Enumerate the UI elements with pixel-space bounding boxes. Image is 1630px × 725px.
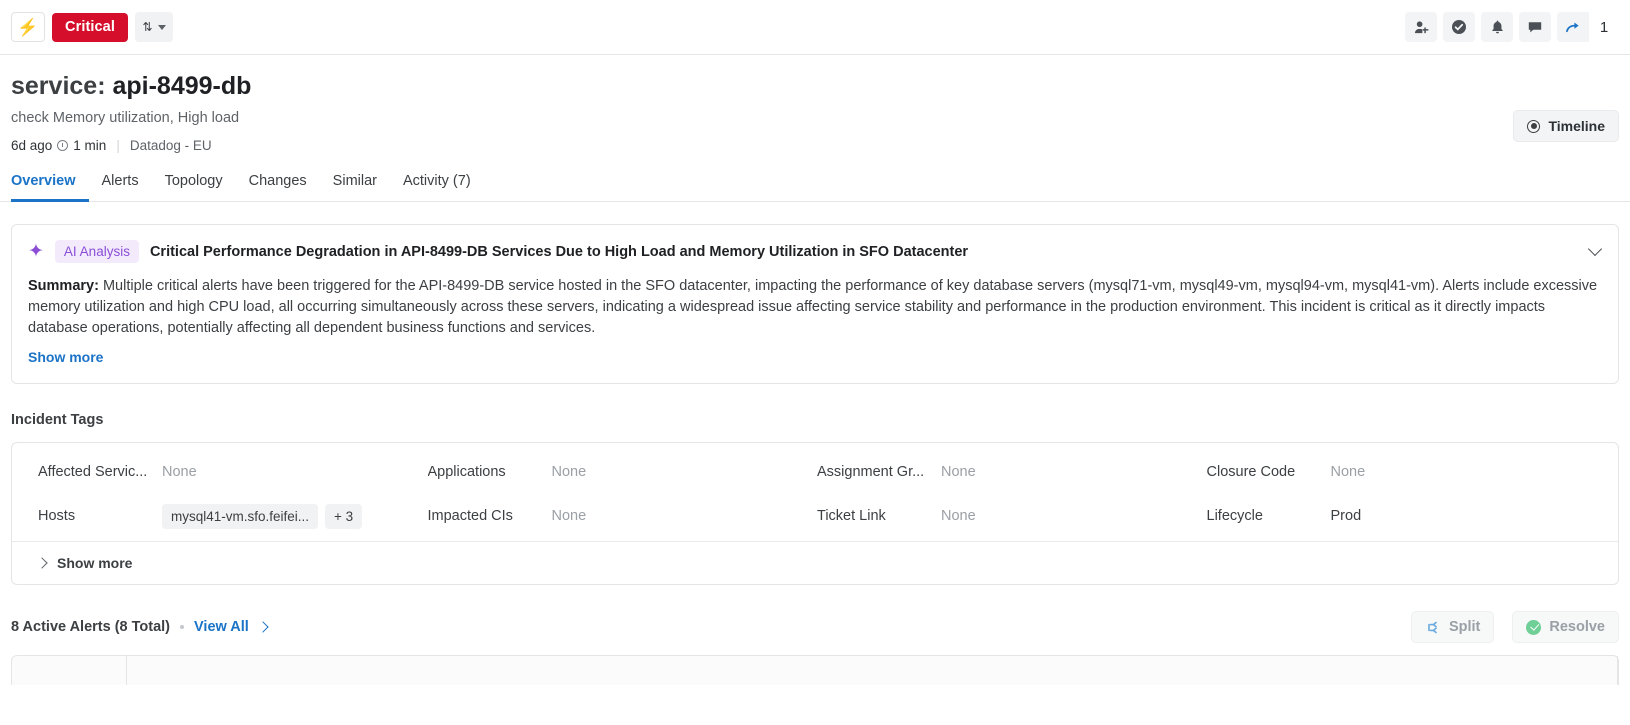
tag-label: Hosts bbox=[38, 508, 162, 524]
share-count[interactable]: 1 bbox=[1589, 12, 1619, 42]
check-circle-icon bbox=[1451, 19, 1467, 35]
tag-label: Lifecycle bbox=[1207, 508, 1331, 524]
tag-affected-services: Affected Servic... None bbox=[38, 457, 428, 487]
severity-group: ⚡ Critical ⇅ bbox=[11, 12, 173, 42]
incident-tags-title: Incident Tags bbox=[11, 412, 1619, 428]
tag-applications: Applications None bbox=[428, 457, 818, 487]
incident-source: Datadog - EU bbox=[130, 138, 212, 153]
page-title: service: api-8499-db bbox=[11, 71, 1619, 101]
meta-divider: | bbox=[116, 138, 120, 153]
add-user-icon-button[interactable] bbox=[1405, 12, 1437, 42]
check-circle-icon bbox=[1526, 620, 1541, 635]
tag-value: None bbox=[552, 508, 587, 524]
incident-age: 6d ago bbox=[11, 138, 52, 153]
timeline-icon bbox=[1527, 120, 1540, 133]
tab-overview[interactable]: Overview bbox=[11, 173, 89, 202]
resolve-button-label: Resolve bbox=[1549, 619, 1605, 635]
tab-activity[interactable]: Activity (7) bbox=[390, 173, 484, 202]
tag-closure-code: Closure Code None bbox=[1207, 457, 1597, 487]
separator-dot bbox=[180, 625, 184, 629]
tag-value: None bbox=[941, 508, 976, 524]
timeline-button[interactable]: Timeline bbox=[1513, 110, 1619, 142]
resolve-button[interactable]: Resolve bbox=[1512, 611, 1619, 643]
bolt-icon-button[interactable]: ⚡ bbox=[11, 12, 45, 42]
ai-analysis-summary: Summary: Multiple critical alerts have b… bbox=[28, 276, 1602, 339]
ai-analysis-title: Critical Performance Degradation in API-… bbox=[150, 244, 968, 260]
alerts-table-header bbox=[11, 655, 1619, 685]
tab-alerts[interactable]: Alerts bbox=[89, 173, 152, 202]
chevron-down-icon[interactable] bbox=[1589, 242, 1602, 255]
toolbar-actions: 1 bbox=[1399, 12, 1619, 42]
ai-summary-text: Multiple critical alerts have been trigg… bbox=[28, 278, 1597, 336]
tag-label: Assignment Gr... bbox=[817, 464, 941, 480]
incident-subtitle: check Memory utilization, High load bbox=[11, 110, 1619, 126]
chevron-right-icon bbox=[38, 559, 47, 568]
tab-bar: Overview Alerts Topology Changes Similar… bbox=[0, 172, 1630, 202]
sort-dropdown-button[interactable]: ⇅ bbox=[135, 12, 173, 42]
tag-label: Ticket Link bbox=[817, 508, 941, 524]
tag-label: Applications bbox=[428, 464, 552, 480]
tab-similar[interactable]: Similar bbox=[320, 173, 390, 202]
incident-header: service: api-8499-db check Memory utiliz… bbox=[0, 55, 1630, 153]
sort-arrows-icon: ⇅ bbox=[142, 20, 152, 34]
check-circle-icon-button[interactable] bbox=[1443, 12, 1475, 42]
tag-value: None bbox=[1331, 464, 1366, 480]
bell-icon-button[interactable] bbox=[1481, 12, 1513, 42]
host-chip[interactable]: mysql41-vm.sfo.feifei... bbox=[162, 504, 318, 529]
tag-value: None bbox=[162, 464, 197, 480]
alerts-table-column-first bbox=[12, 656, 127, 685]
share-icon bbox=[1565, 19, 1582, 35]
tag-label: Affected Servic... bbox=[38, 464, 162, 480]
tag-lifecycle: Lifecycle Prod bbox=[1207, 501, 1597, 531]
incident-tags-card: Affected Servic... None Applications Non… bbox=[11, 442, 1619, 585]
tag-value: None bbox=[941, 464, 976, 480]
page-title-prefix: service: bbox=[11, 72, 106, 100]
ai-analysis-card: ✦ AI Analysis Critical Performance Degra… bbox=[11, 224, 1619, 384]
tag-value: None bbox=[552, 464, 587, 480]
split-button[interactable]: Split bbox=[1411, 611, 1494, 643]
tag-value: Prod bbox=[1331, 508, 1362, 524]
sparkle-icon: ✦ bbox=[28, 242, 44, 261]
view-all-link[interactable]: View All bbox=[194, 619, 249, 635]
incident-tags-show-more-label: Show more bbox=[57, 555, 132, 571]
active-alerts-count: 8 Active Alerts (8 Total) bbox=[11, 619, 170, 635]
chevron-down-icon bbox=[158, 25, 166, 30]
ai-analysis-badge: AI Analysis bbox=[55, 240, 139, 263]
share-icon-button[interactable] bbox=[1557, 12, 1589, 42]
incident-tags-show-more[interactable]: Show more bbox=[12, 541, 1618, 584]
severity-badge[interactable]: Critical bbox=[52, 13, 128, 42]
incident-duration: 1 min bbox=[73, 138, 106, 153]
tag-label: Impacted CIs bbox=[428, 508, 552, 524]
add-user-icon bbox=[1414, 20, 1429, 35]
ai-summary-label: Summary: bbox=[28, 278, 99, 294]
tag-impacted-cis: Impacted CIs None bbox=[428, 501, 818, 531]
timeline-button-label: Timeline bbox=[1548, 118, 1605, 134]
tag-label: Closure Code bbox=[1207, 464, 1331, 480]
alerts-table-column-rest bbox=[127, 656, 1618, 685]
tab-changes[interactable]: Changes bbox=[236, 173, 320, 202]
tab-topology[interactable]: Topology bbox=[152, 173, 236, 202]
page-title-value: api-8499-db bbox=[112, 72, 251, 100]
bell-icon bbox=[1490, 19, 1505, 35]
incident-tags-grid: Affected Servic... None Applications Non… bbox=[12, 443, 1618, 541]
main-content: ✦ AI Analysis Critical Performance Degra… bbox=[0, 224, 1630, 643]
top-toolbar: ⚡ Critical ⇅ bbox=[0, 0, 1630, 55]
chevron-right-icon[interactable] bbox=[259, 623, 268, 632]
bolt-icon: ⚡ bbox=[17, 19, 38, 36]
clock-icon bbox=[57, 140, 68, 151]
ai-show-more-link[interactable]: Show more bbox=[28, 349, 103, 365]
tag-ticket-link: Ticket Link None bbox=[817, 501, 1207, 531]
split-branch-icon bbox=[1425, 620, 1441, 635]
comment-icon bbox=[1527, 19, 1543, 35]
incident-meta: 6d ago 1 min | Datadog - EU bbox=[11, 138, 1619, 153]
tag-hosts: Hosts mysql41-vm.sfo.feifei... + 3 bbox=[38, 501, 428, 531]
host-overflow-chip[interactable]: + 3 bbox=[325, 504, 362, 529]
tag-assignment-group: Assignment Gr... None bbox=[817, 457, 1207, 487]
alerts-summary-bar: 8 Active Alerts (8 Total) View All Split… bbox=[11, 611, 1619, 643]
comment-icon-button[interactable] bbox=[1519, 12, 1551, 42]
ai-analysis-header: ✦ AI Analysis Critical Performance Degra… bbox=[28, 240, 1602, 263]
split-button-label: Split bbox=[1449, 619, 1480, 635]
